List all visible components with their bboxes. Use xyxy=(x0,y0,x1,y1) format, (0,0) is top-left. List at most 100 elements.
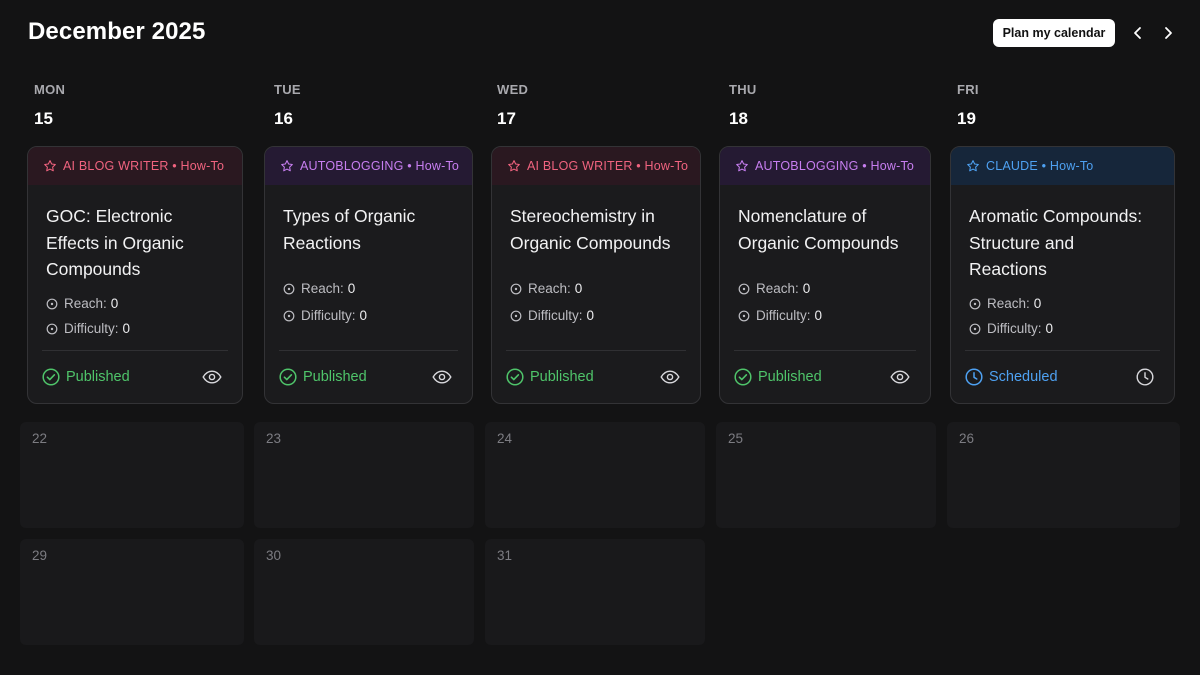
check-circle-icon xyxy=(279,368,297,386)
post-source-tag: AUTOBLOGGING • How-To xyxy=(720,147,930,185)
day-cell[interactable]: 24 xyxy=(485,422,705,528)
chevron-left-icon xyxy=(1134,27,1141,39)
circle-dot-icon xyxy=(510,283,522,294)
post-title[interactable]: GOC: Electronic Effects in Organic Compo… xyxy=(28,185,242,283)
post-metrics: Reach: 0 Difficulty: 0 xyxy=(265,276,472,328)
post-type: How-To xyxy=(180,159,225,173)
post-type: How-To xyxy=(870,159,915,173)
star-icon xyxy=(508,160,520,172)
reach-metric: Reach: 0 xyxy=(720,276,930,301)
reach-label: Reach: xyxy=(528,281,571,296)
day-cell[interactable]: 25 xyxy=(716,422,936,528)
post-title[interactable]: Aromatic Compounds: Structure and Reacti… xyxy=(951,185,1174,283)
circle-dot-icon xyxy=(969,323,981,334)
star-icon xyxy=(281,160,293,172)
reach-value: 0 xyxy=(110,296,119,311)
status-badge: Published xyxy=(42,368,130,386)
post-title-line: Reactions xyxy=(283,232,361,253)
reach-label: Reach: xyxy=(756,281,799,296)
view-post-button[interactable] xyxy=(432,370,452,384)
circle-dot-icon xyxy=(738,283,750,294)
post-title[interactable]: Stereochemistry in Organic Compounds xyxy=(492,185,700,256)
post-card[interactable]: AUTOBLOGGING • How-To Nomenclature of Or… xyxy=(719,146,931,404)
post-title[interactable]: Nomenclature of Organic Compounds xyxy=(720,185,930,256)
circle-dot-icon xyxy=(738,310,750,321)
difficulty-label: Difficulty: xyxy=(987,321,1042,336)
day-number: 31 xyxy=(497,548,513,563)
reach-metric: Reach: 0 xyxy=(28,291,242,316)
eye-icon xyxy=(660,370,680,384)
reach-metric: Reach: 0 xyxy=(265,276,472,301)
post-footer: Published xyxy=(42,350,228,403)
post-footer: Published xyxy=(279,350,458,403)
post-type: How-To xyxy=(415,159,460,173)
reach-value: 0 xyxy=(1033,296,1042,311)
plan-my-calendar-button[interactable]: Plan my calendar xyxy=(993,19,1115,47)
post-source: AUTOBLOGGING xyxy=(755,159,859,173)
eye-icon xyxy=(890,370,910,384)
view-post-button[interactable] xyxy=(660,370,680,384)
post-title-line: Aromatic Compounds: xyxy=(969,206,1143,226)
next-week-button[interactable] xyxy=(1157,22,1179,44)
post-card[interactable]: AI BLOG WRITER • How-To GOC: Electronic … xyxy=(27,146,243,404)
difficulty-value: 0 xyxy=(122,321,131,336)
day-cell[interactable]: 29 xyxy=(20,539,244,645)
star-icon xyxy=(967,160,979,172)
post-card[interactable]: AUTOBLOGGING • How-To Types of Organic R… xyxy=(264,146,473,404)
day-cell[interactable]: 22 xyxy=(20,422,244,528)
day-number: 22 xyxy=(32,431,48,446)
post-title-line: GOC: Electronic xyxy=(46,206,173,226)
schedule-button[interactable] xyxy=(1136,368,1154,386)
post-source-tag: AI BLOG WRITER • How-To xyxy=(492,147,700,185)
post-metrics: Reach: 0 Difficulty: 0 xyxy=(720,276,930,328)
view-post-button[interactable] xyxy=(890,370,910,384)
post-metrics: Reach: 0 Difficulty: 0 xyxy=(28,291,242,341)
day-number: 30 xyxy=(266,548,282,563)
post-title-line: Organic Compounds xyxy=(738,232,899,253)
day-cell[interactable]: 23 xyxy=(254,422,474,528)
reach-metric: Reach: 0 xyxy=(951,291,1174,316)
post-card[interactable]: CLAUDE • How-To Aromatic Compounds: Stru… xyxy=(950,146,1175,404)
day-of-week: THU xyxy=(729,82,757,97)
day-number: 24 xyxy=(497,431,513,446)
day-header: MON 15 xyxy=(34,82,65,129)
day-number: 18 xyxy=(729,109,748,128)
difficulty-metric: Difficulty: 0 xyxy=(720,303,930,328)
circle-dot-icon xyxy=(283,283,295,294)
post-source-tag: AI BLOG WRITER • How-To xyxy=(28,147,242,185)
day-number: 16 xyxy=(274,109,293,128)
post-title[interactable]: Types of Organic Reactions xyxy=(265,185,472,256)
clock-icon xyxy=(1136,368,1154,386)
status-badge: Published xyxy=(734,368,822,386)
reach-label: Reach: xyxy=(301,281,344,296)
status-label: Published xyxy=(66,369,130,385)
day-of-week: MON xyxy=(34,82,66,97)
star-icon xyxy=(736,160,748,172)
status-label: Scheduled xyxy=(989,369,1058,385)
post-source: AI BLOG WRITER xyxy=(63,159,169,173)
circle-dot-icon xyxy=(46,298,58,309)
difficulty-label: Difficulty: xyxy=(528,308,583,323)
reach-metric: Reach: 0 xyxy=(492,276,700,301)
difficulty-value: 0 xyxy=(359,308,368,323)
post-source: CLAUDE xyxy=(986,159,1038,173)
day-cell[interactable]: 30 xyxy=(254,539,474,645)
previous-week-button[interactable] xyxy=(1127,22,1149,44)
status-label: Published xyxy=(303,369,367,385)
post-title-line: Organic Compounds xyxy=(510,232,671,253)
post-source-tag: CLAUDE • How-To xyxy=(951,147,1174,185)
check-circle-icon xyxy=(506,368,524,386)
check-circle-icon xyxy=(734,368,752,386)
day-cell[interactable]: 31 xyxy=(485,539,705,645)
circle-dot-icon xyxy=(46,323,58,334)
post-title-line: Types of Organic xyxy=(283,206,416,226)
day-number: 15 xyxy=(34,109,53,128)
difficulty-value: 0 xyxy=(586,308,595,323)
day-header: THU 18 xyxy=(729,82,757,129)
day-cell[interactable]: 26 xyxy=(947,422,1180,528)
difficulty-value: 0 xyxy=(814,308,823,323)
eye-icon xyxy=(432,370,452,384)
view-post-button[interactable] xyxy=(202,370,222,384)
reach-value: 0 xyxy=(574,281,583,296)
post-card[interactable]: AI BLOG WRITER • How-To Stereochemistry … xyxy=(491,146,701,404)
